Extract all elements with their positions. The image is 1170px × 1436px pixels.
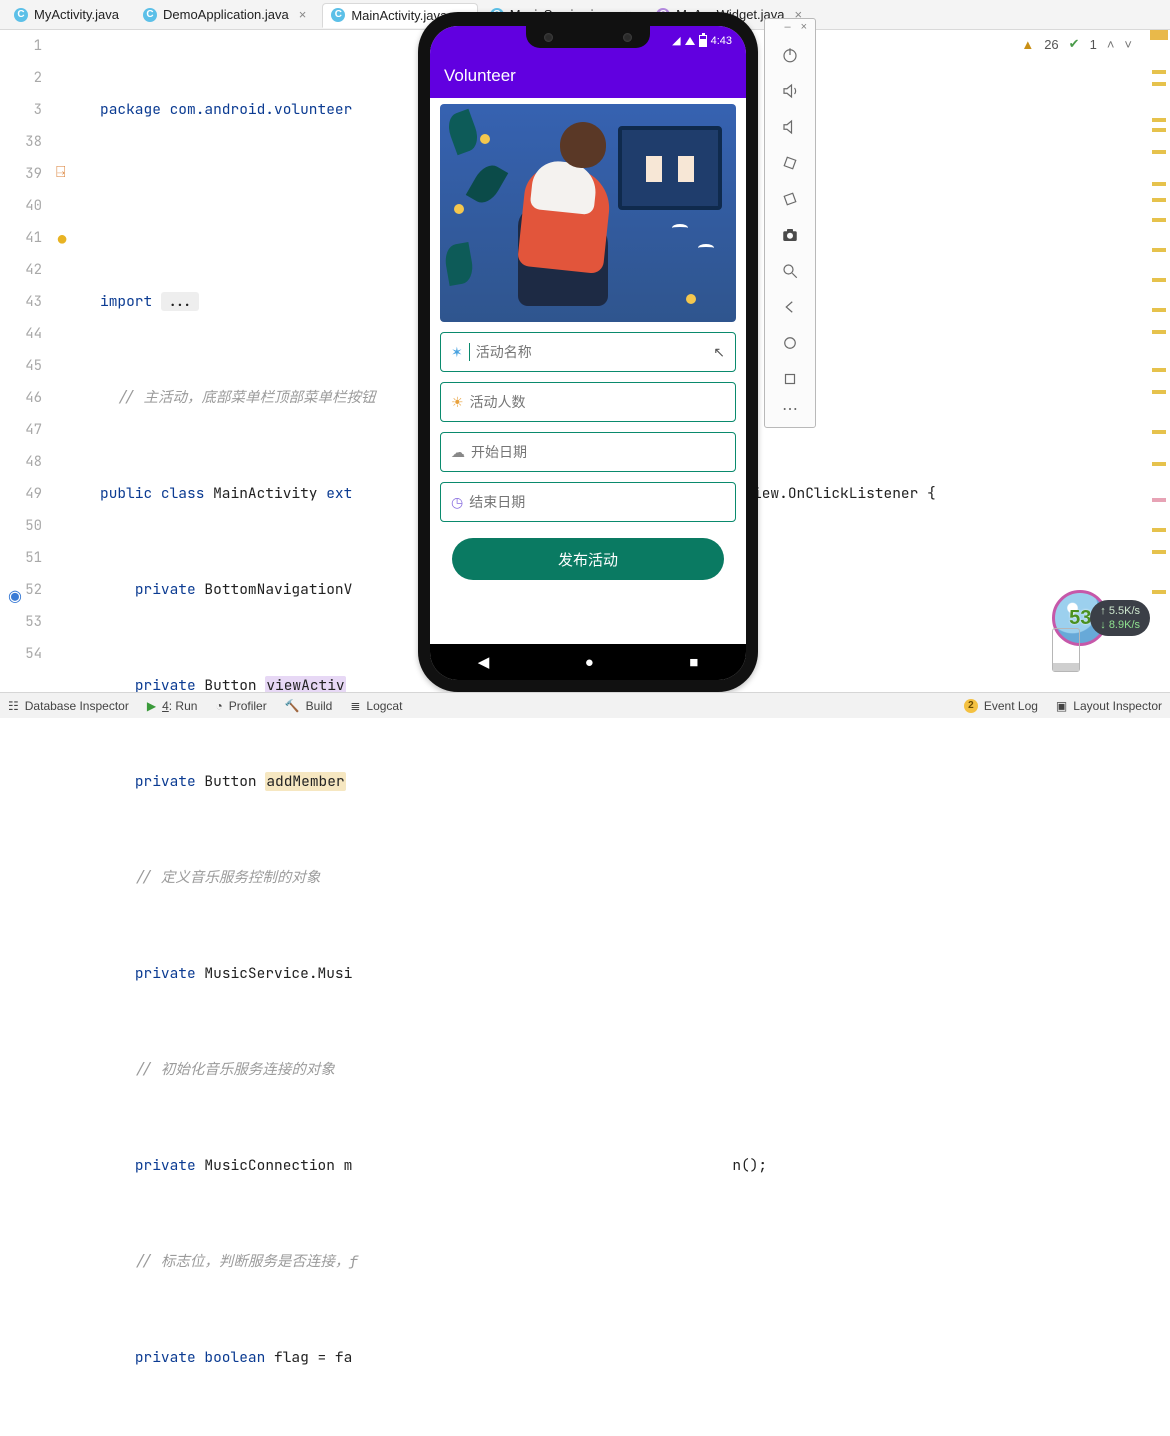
- home-icon[interactable]: ●: [585, 654, 594, 671]
- layout-inspector-button[interactable]: ▣ Layout Inspector: [1056, 699, 1162, 713]
- activity-name-input[interactable]: [476, 344, 708, 360]
- error-stripe[interactable]: [1148, 30, 1170, 692]
- profiler-icon: ◔: [215, 699, 222, 713]
- back-button[interactable]: [765, 289, 815, 325]
- hammer-icon: 🔨: [285, 699, 300, 713]
- network-icon: ◢: [672, 34, 680, 47]
- camera-dot-icon: [623, 33, 632, 42]
- rotate-right-button[interactable]: [765, 181, 815, 217]
- java-class-icon: C: [143, 8, 157, 22]
- code-line: package com.android.volunteer: [100, 100, 352, 119]
- rotate-left-button[interactable]: [765, 145, 815, 181]
- device-notch: [526, 26, 650, 48]
- text-cursor: [469, 343, 470, 361]
- calendar-icon: ☁: [451, 444, 465, 461]
- end-date-field[interactable]: ◷: [440, 482, 736, 522]
- profiler-button[interactable]: ◔ Profiler: [215, 699, 266, 713]
- event-log-button[interactable]: 2 Event Log: [964, 699, 1038, 713]
- app-body: ✶ ↖ ☀ ☁ ◷ 发布活动: [430, 98, 746, 644]
- end-date-input[interactable]: [469, 494, 725, 510]
- tab-demoapplication[interactable]: C DemoApplication.java ×: [135, 3, 318, 26]
- mouse-cursor-icon: ↖: [713, 344, 725, 361]
- java-class-icon: C: [14, 8, 28, 22]
- people-icon: ☀: [451, 394, 464, 411]
- volume-up-button[interactable]: [765, 73, 815, 109]
- tab-myactivity[interactable]: C MyActivity.java: [6, 3, 131, 26]
- emulator-toolbar: – × ⋯: [764, 18, 816, 428]
- activity-count-field[interactable]: ☀: [440, 382, 736, 422]
- screenshot-button[interactable]: [765, 217, 815, 253]
- status-time: 4:43: [711, 35, 732, 47]
- logcat-button[interactable]: ≣ Logcat: [350, 699, 402, 713]
- ide-status-bar: ☷ Database Inspector ▶ 4: 4: RunRun ◔ Pr…: [0, 692, 1170, 718]
- logcat-icon: ≣: [350, 699, 360, 713]
- play-icon: ▶: [147, 699, 156, 713]
- activity-count-input[interactable]: [470, 394, 725, 410]
- publish-button[interactable]: 发布活动: [452, 538, 724, 580]
- star-icon: ✶: [451, 344, 463, 361]
- build-button[interactable]: 🔨 Build: [285, 699, 333, 713]
- zoom-button[interactable]: [765, 253, 815, 289]
- back-icon[interactable]: ◀: [478, 653, 490, 671]
- override-icon[interactable]: ⍈: [56, 164, 76, 184]
- minimize-button[interactable]: –: [784, 21, 790, 35]
- close-button[interactable]: ×: [801, 21, 807, 35]
- activity-name-field[interactable]: ✶ ↖: [440, 332, 736, 372]
- start-date-input[interactable]: [471, 444, 725, 460]
- layout-icon: ▣: [1056, 699, 1067, 713]
- camera-dot-icon: [544, 33, 553, 42]
- volume-down-button[interactable]: [765, 109, 815, 145]
- import-fold[interactable]: ...: [161, 292, 199, 311]
- java-class-icon: C: [331, 8, 345, 22]
- emulator-device-frame: ◢ 4:43 Volunteer: [418, 12, 758, 692]
- android-status-bar: ◢ 4:43: [430, 26, 746, 56]
- tab-label: DemoApplication.java: [163, 7, 289, 22]
- more-button[interactable]: ⋯: [765, 397, 815, 421]
- device-outline-icon[interactable]: [1052, 628, 1080, 672]
- lightbulb-icon[interactable]: ●: [56, 228, 76, 248]
- tab-label: MyActivity.java: [34, 7, 119, 22]
- implement-method-icon[interactable]: ◉: [8, 586, 28, 606]
- header-illustration: [440, 104, 736, 322]
- home-button[interactable]: [765, 325, 815, 361]
- signal-icon: [685, 37, 695, 45]
- emulator-screen[interactable]: ◢ 4:43 Volunteer: [430, 26, 746, 680]
- database-icon: ☷: [8, 699, 19, 713]
- overview-icon[interactable]: ■: [689, 654, 698, 671]
- close-icon[interactable]: ×: [299, 7, 307, 22]
- android-nav-bar: ◀ ● ■: [430, 644, 746, 680]
- app-title: Volunteer: [444, 66, 516, 85]
- clock-icon: ◷: [451, 494, 463, 511]
- overview-button[interactable]: [765, 361, 815, 397]
- gutter-icons: ⍈ ● ◉: [56, 30, 96, 692]
- net-stats: ↑ 5.5K/s ↓ 8.9K/s: [1090, 600, 1150, 636]
- database-inspector-button[interactable]: ☷ Database Inspector: [8, 699, 129, 713]
- app-title-bar: Volunteer: [430, 56, 746, 98]
- battery-icon: [699, 35, 707, 47]
- start-date-field[interactable]: ☁: [440, 432, 736, 472]
- run-panel-button[interactable]: ▶ 4: 4: RunRun: [147, 699, 198, 713]
- power-button[interactable]: [765, 37, 815, 73]
- event-count-badge: 2: [964, 699, 978, 713]
